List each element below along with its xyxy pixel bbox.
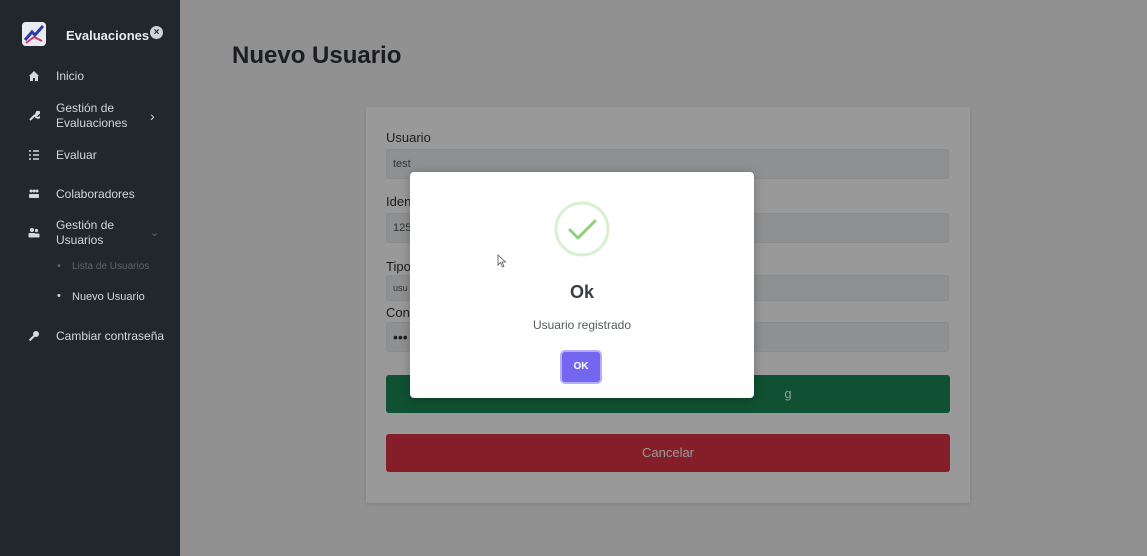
sidebar-item-label: Colaboradores	[56, 187, 135, 201]
sidebar-item-label: Gestión de Usuarios	[56, 218, 115, 247]
bullet-icon: •	[57, 260, 61, 272]
sidebar-item-gestion-usuarios[interactable]: Gestión de Usuarios ⌄	[0, 218, 180, 250]
modal-message: Usuario registrado	[532, 318, 632, 332]
sidebar-item-label: Inicio	[56, 69, 85, 83]
chevron-right-icon: ›	[150, 108, 155, 124]
key-icon	[28, 330, 42, 344]
sidebar-item-label: Gestión de Evaluaciones	[56, 101, 128, 130]
sidebar-item-inicio[interactable]: Inicio	[0, 68, 180, 86]
sidebar-subitem-lista-usuarios[interactable]: • Lista de Usuarios	[0, 260, 180, 274]
sidebar: Evaluaciones × Inicio Gestión de Evaluac…	[0, 0, 180, 556]
sidebar-subitem-label: Nuevo Usuario	[72, 291, 145, 303]
chevron-down-icon: ⌄	[150, 227, 160, 239]
bullet-icon: •	[57, 290, 61, 302]
wrench-icon	[28, 110, 42, 124]
home-icon	[28, 70, 42, 84]
sidebar-item-label: Evaluar	[56, 148, 97, 162]
success-modal: Ok Usuario registrado OK	[410, 172, 754, 398]
sidebar-subitem-nuevo-usuario[interactable]: • Nuevo Usuario	[0, 290, 180, 304]
list-icon	[28, 149, 42, 163]
close-sidebar-button[interactable]: ×	[150, 26, 163, 39]
check-circle-icon	[553, 200, 611, 258]
ok-button[interactable]: OK	[562, 352, 600, 382]
mouse-cursor-icon	[497, 254, 507, 268]
sidebar-item-gestion-evaluaciones[interactable]: Gestión de Evaluaciones ›	[0, 101, 180, 133]
brand-title: Evaluaciones	[66, 28, 150, 43]
sidebar-item-evaluar[interactable]: Evaluar	[0, 147, 180, 165]
sidebar-item-cambiar-contrasena[interactable]: Cambiar contraseña	[0, 328, 180, 346]
sidebar-item-label: Cambiar contraseña	[56, 329, 165, 343]
app-logo	[22, 22, 46, 46]
sidebar-item-colaboradores[interactable]: Colaboradores	[0, 186, 180, 204]
users-icon	[28, 188, 42, 202]
modal-title: Ok	[569, 282, 594, 302]
user-group-icon	[28, 227, 42, 241]
sidebar-subitem-label: Lista de Usuarios	[72, 261, 150, 272]
